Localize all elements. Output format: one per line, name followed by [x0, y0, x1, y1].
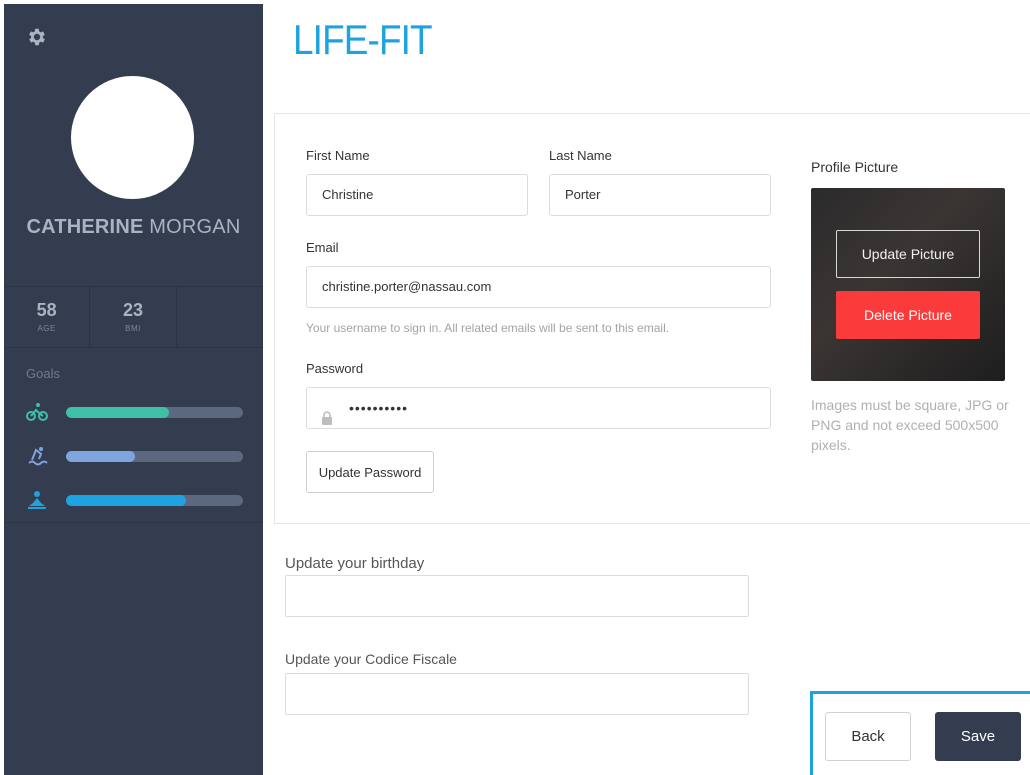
meditation-icon: [26, 490, 48, 510]
email-input[interactable]: christine.porter@nassau.com: [306, 266, 771, 308]
stats-row: 58 AGE 23 BMI: [4, 286, 263, 348]
delete-picture-button[interactable]: Delete Picture: [836, 291, 980, 339]
update-password-button[interactable]: Update Password: [306, 451, 434, 493]
birthday-label: Update your birthday: [285, 555, 425, 572]
goal-meditation: [26, 490, 246, 510]
sidebar-divider: [4, 522, 263, 523]
stat-bmi-value: 23: [122, 300, 143, 320]
user-last-name: MORGAN: [149, 216, 241, 238]
goal-cycling-fill: [66, 407, 169, 418]
swimming-icon: [26, 446, 48, 466]
goals-title: Goals: [26, 366, 60, 381]
stat-age-value: 58: [36, 300, 57, 320]
goal-cycling-track: [66, 407, 243, 418]
profile-card: First Name Christine Last Name Porter Em…: [274, 113, 1030, 524]
stat-empty: [177, 287, 263, 347]
codice-fiscale-input[interactable]: [285, 673, 749, 715]
brand-logo: LIFE-FIT: [293, 16, 433, 63]
action-bar: Back Save: [810, 691, 1030, 775]
stat-age: 58 AGE: [4, 287, 91, 347]
email-label: Email: [306, 240, 339, 255]
password-input[interactable]: ••••••••••: [306, 387, 771, 429]
back-button[interactable]: Back: [825, 712, 911, 761]
goal-swimming-fill: [66, 451, 136, 462]
save-button[interactable]: Save: [935, 712, 1021, 761]
stat-bmi-label: BMI: [125, 324, 141, 333]
gear-icon[interactable]: [26, 26, 48, 48]
birthday-input[interactable]: [285, 575, 749, 617]
goal-meditation-fill: [66, 495, 187, 506]
last-name-input[interactable]: Porter: [549, 174, 771, 216]
sidebar: CATHERINE MORGAN 58 AGE 23 BMI Goals: [4, 4, 263, 775]
password-label: Password: [306, 361, 364, 376]
codice-fiscale-label: Update your Codice Fiscale: [285, 651, 457, 667]
profile-picture-title: Profile Picture: [811, 159, 899, 175]
goal-cycling: [26, 402, 246, 422]
profile-picture-hint: Images must be square, JPG or PNG and no…: [811, 397, 1009, 453]
first-name-label: First Name: [306, 148, 370, 163]
cycling-icon: [26, 402, 48, 422]
stat-bmi: 23 BMI: [90, 287, 177, 347]
goal-meditation-track: [66, 495, 243, 506]
password-value: ••••••••••: [349, 400, 409, 416]
update-picture-button[interactable]: Update Picture: [836, 230, 980, 278]
goal-swimming: [26, 446, 246, 466]
profile-picture: Update Picture Delete Picture: [811, 188, 1005, 381]
goal-swimming-track: [66, 451, 243, 462]
first-name-input[interactable]: Christine: [306, 174, 528, 216]
email-hint: Your username to sign in. All related em…: [306, 321, 670, 335]
user-first-name: CATHERINE: [26, 216, 144, 238]
last-name-label: Last Name: [549, 148, 612, 163]
user-name: CATHERINE MORGAN: [4, 216, 263, 239]
lock-icon: [321, 401, 333, 425]
avatar: [71, 76, 194, 199]
stat-age-label: AGE: [37, 324, 56, 333]
